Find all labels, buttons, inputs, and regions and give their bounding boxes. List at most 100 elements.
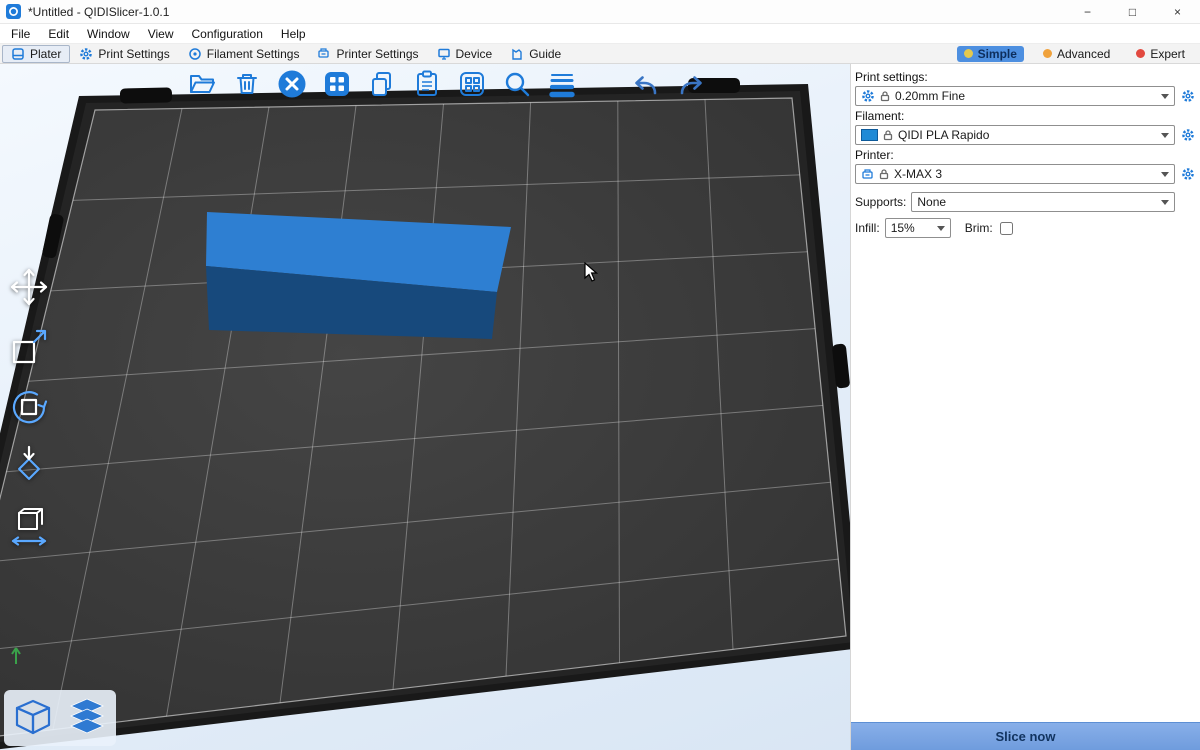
lock-icon [882,129,894,141]
filament-color-swatch [861,129,878,141]
mode-label: Simple [978,47,1017,61]
chevron-down-icon [1161,200,1169,205]
gear-icon [1181,89,1195,103]
print-settings-label: Print settings: [855,70,1196,84]
gear-icon [861,89,875,103]
tabbar: Plater Print Settings Filament Settings … [0,44,1200,64]
menu-window[interactable]: Window [78,24,139,43]
print-settings-gear-button[interactable] [1180,89,1196,103]
device-icon [437,47,451,61]
window-title: *Untitled - QIDISlicer-1.0.1 [28,5,169,19]
variable-layer-height-button[interactable] [546,68,578,100]
tab-label: Printer Settings [336,47,418,61]
supports-combo[interactable]: None [911,192,1175,212]
chevron-down-icon [1161,133,1169,138]
brim-label: Brim: [965,221,993,235]
lock-icon [878,168,890,180]
printer-label: Printer: [855,148,1196,162]
viewport-toolbar [186,68,707,100]
scale-gizmo-icon[interactable] [6,324,52,370]
printer-gear-button[interactable] [1180,167,1196,181]
measure-gizmo-icon[interactable] [6,504,52,550]
undo-button[interactable] [630,68,662,100]
view-switcher [4,690,116,746]
tab-label: Filament Settings [207,47,300,61]
minimize-button[interactable]: − [1065,0,1110,23]
fill-bed-button[interactable] [456,68,488,100]
slice-now-button[interactable]: Slice now [851,722,1200,750]
maximize-button[interactable]: □ [1110,0,1155,23]
tab-plater[interactable]: Plater [2,45,70,63]
delete-all-button[interactable] [276,68,308,100]
filament-label: Filament: [855,109,1196,123]
place-on-face-gizmo-icon[interactable] [6,444,52,490]
menu-file[interactable]: File [2,24,39,43]
delete-button[interactable] [231,68,263,100]
app-logo-icon [6,4,21,19]
rotate-gizmo-icon[interactable] [6,384,52,430]
mode-expert[interactable]: Expert [1129,46,1192,62]
tab-label: Device [456,47,493,61]
tab-print-settings[interactable]: Print Settings [70,45,178,63]
infill-combo[interactable]: 15% [885,218,951,238]
infill-label: Infill: [855,221,880,235]
model-box[interactable] [206,212,511,339]
advanced-mode-dot-icon [1043,49,1052,58]
menubar: File Edit Window View Configuration Help [0,24,1200,44]
tab-filament-settings[interactable]: Filament Settings [179,45,309,63]
mode-simple[interactable]: Simple [957,46,1024,62]
gear-icon [1181,128,1195,142]
filament-value: QIDI PLA Rapido [898,128,989,142]
tab-guide[interactable]: Guide [501,45,570,63]
printer-icon [861,168,874,181]
menu-view[interactable]: View [139,24,183,43]
tab-label: Guide [529,47,561,61]
simple-mode-dot-icon [964,49,973,58]
tab-printer-settings[interactable]: Printer Settings [308,45,427,63]
filament-combo[interactable]: QIDI PLA Rapido [855,125,1175,145]
mode-advanced[interactable]: Advanced [1036,46,1117,62]
paste-button[interactable] [411,68,443,100]
menu-help[interactable]: Help [272,24,315,43]
preview-view-button[interactable] [64,695,110,741]
redo-button[interactable] [675,68,707,100]
lock-icon [879,90,891,102]
chevron-down-icon [1161,172,1169,177]
print-settings-value: 0.20mm Fine [895,89,965,103]
open-folder-button[interactable] [186,68,218,100]
tab-label: Plater [30,47,61,61]
tab-device[interactable]: Device [428,45,502,63]
titlebar: *Untitled - QIDISlicer-1.0.1 − □ × [0,0,1200,24]
search-button[interactable] [501,68,533,100]
menu-configuration[interactable]: Configuration [183,24,272,43]
printer-settings-icon [317,47,331,61]
build-plate[interactable] [0,64,850,750]
supports-label: Supports: [855,195,906,209]
printer-combo[interactable]: X-MAX 3 [855,164,1175,184]
move-gizmo-icon[interactable] [6,264,52,310]
supports-value: None [917,195,946,209]
3d-editor-view-button[interactable] [10,695,56,741]
expert-mode-dot-icon [1136,49,1145,58]
plate-surface [0,98,846,743]
chevron-down-icon [937,226,945,231]
print-settings-combo[interactable]: 0.20mm Fine [855,86,1175,106]
mode-switcher: Simple Advanced Expert [957,46,1192,62]
menu-edit[interactable]: Edit [39,24,78,43]
filament-gear-button[interactable] [1180,128,1196,142]
mode-label: Advanced [1057,47,1110,61]
gear-icon [1181,167,1195,181]
guide-icon [510,47,524,61]
infill-value: 15% [891,221,915,235]
printer-value: X-MAX 3 [894,167,942,181]
tab-label: Print Settings [98,47,169,61]
copy-button[interactable] [366,68,398,100]
gizmo-toolbar [6,264,52,550]
close-button[interactable]: × [1155,0,1200,23]
mode-label: Expert [1150,47,1185,61]
sidebar: Print settings: 0.20mm Fine Filament: QI… [850,64,1200,750]
3d-viewport[interactable] [0,64,850,750]
arrange-button[interactable] [321,68,353,100]
brim-checkbox[interactable] [1000,222,1013,235]
filament-settings-icon [188,47,202,61]
